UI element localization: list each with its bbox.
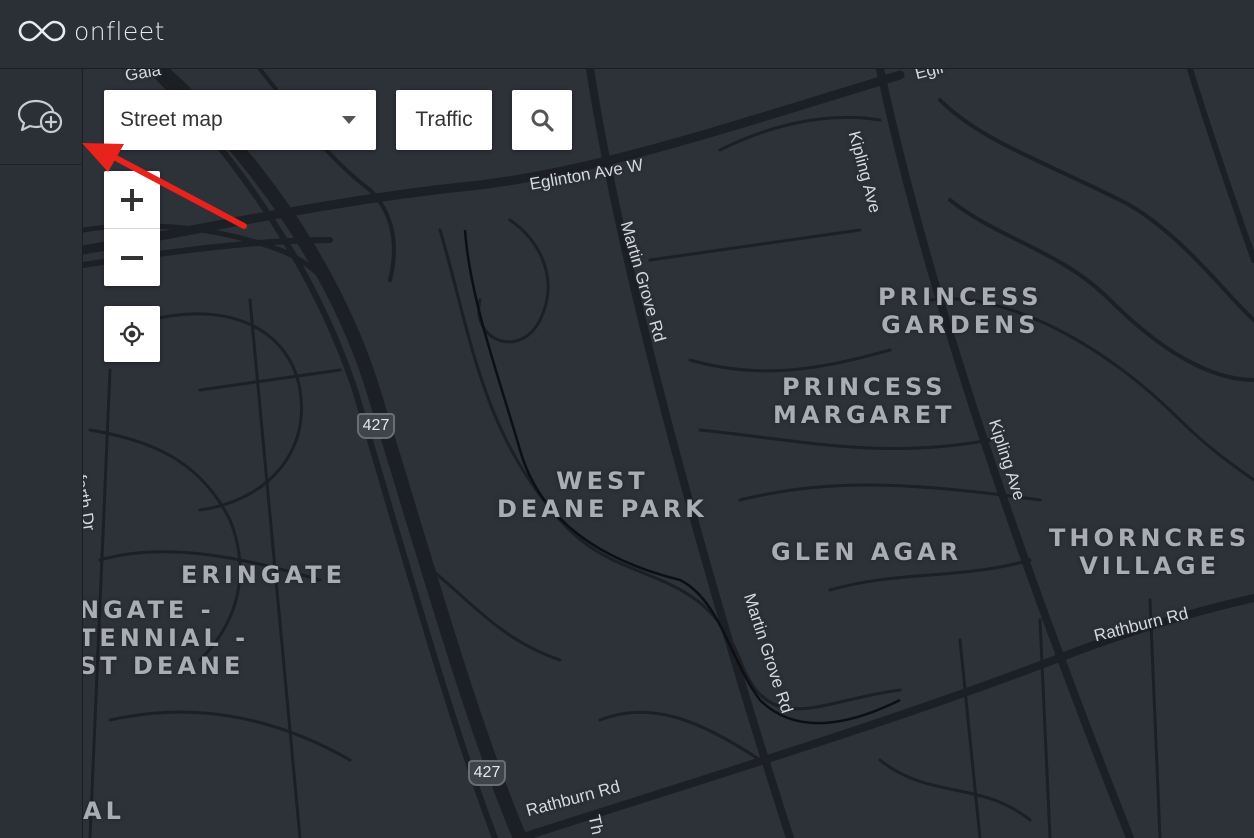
my-location-button[interactable] [104,306,160,362]
area-label-west-deane-park: WEST DEANE PARK [497,467,708,523]
traffic-button[interactable]: Traffic [396,90,492,150]
map-canvas[interactable]: Eglinton Ave W Kipling Ave Kipling Ave M… [83,69,1254,838]
onfleet-logo[interactable]: onfleet [18,14,165,48]
area-label-thorncrest: THORNCRES VILLAGE [1049,524,1251,580]
map-search-button[interactable] [512,90,572,150]
chat-add-icon [17,99,63,133]
area-label-al: AL [83,797,125,825]
zoom-control [104,171,160,286]
sidebar [0,69,83,838]
area-label-princess-gardens: PRINCESS GARDENS [878,283,1043,339]
highway-shield-427-top: 427 [357,413,395,439]
map-type-select[interactable]: Street map [104,90,376,150]
crosshair-icon [120,322,144,346]
area-label-glen-agar: GLEN AGAR [771,538,963,566]
zoom-in-button[interactable] [104,171,160,228]
zoom-out-button[interactable] [104,229,160,286]
map-type-value: Street map [120,108,223,131]
highway-shield-427-bottom: 427 [468,760,506,786]
street-label-th: Th [584,813,608,837]
road-network [83,69,1254,838]
brand-name: onfleet [74,16,165,46]
traffic-label: Traffic [415,108,473,131]
top-bar: onfleet [0,0,1254,69]
new-chat-button[interactable] [0,69,82,165]
search-icon [531,109,554,132]
area-label-eringate: ERINGATE [181,561,347,589]
area-label-eringate-centennial: NGATE - TENNIAL - ST DEANE [83,596,250,680]
minus-icon [121,255,143,260]
caret-down-icon [342,116,356,124]
plus-icon [121,188,143,211]
area-label-princess-margaret: PRINCESS MARGARET [773,373,956,429]
infinity-logo-icon [18,20,66,42]
